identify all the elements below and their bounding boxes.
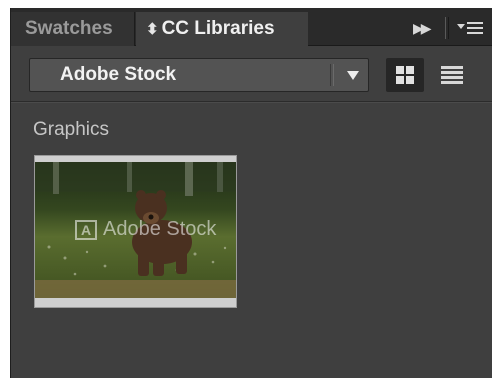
tab-reorder-icon: ⬍ xyxy=(146,21,159,38)
dropdown-divider xyxy=(330,64,334,86)
adobe-logo-icon: A xyxy=(75,219,97,240)
library-dropdown-value: Adobe Stock xyxy=(60,64,177,85)
list-view-button[interactable] xyxy=(437,58,467,92)
panel-menu-icon[interactable] xyxy=(457,19,483,37)
toolbar-divider xyxy=(11,101,492,103)
adobe-stock-watermark: A Adobe Stock xyxy=(75,218,216,241)
chevron-down-icon[interactable] xyxy=(347,71,359,80)
graphic-thumbnail[interactable]: A Adobe Stock xyxy=(34,155,237,308)
list-view-icon xyxy=(441,66,463,69)
section-title-graphics: Graphics xyxy=(33,119,110,140)
grid-view-button[interactable] xyxy=(386,58,424,92)
panel-control-divider xyxy=(445,17,449,39)
tab-swatches[interactable]: Swatches xyxy=(11,12,135,46)
collapse-panel-icon[interactable]: ▶▶ xyxy=(413,20,441,37)
panel-controls: ▶▶ xyxy=(413,17,492,39)
panel-tab-bar: Swatches ⬍ CC Libraries ▶▶ xyxy=(11,8,492,46)
library-dropdown[interactable]: Adobe Stock xyxy=(29,58,369,92)
tab-cc-libraries[interactable]: ⬍ CC Libraries xyxy=(136,12,308,46)
cc-libraries-panel: Swatches ⬍ CC Libraries ▶▶ Adobe Stock G… xyxy=(10,8,492,378)
grid-view-icon xyxy=(396,66,404,74)
library-toolbar: Adobe Stock xyxy=(11,46,492,102)
watermark-text: Adobe Stock xyxy=(103,218,217,240)
tab-swatches-label: Swatches xyxy=(25,18,113,39)
tab-cc-libraries-label: CC Libraries xyxy=(161,18,275,39)
